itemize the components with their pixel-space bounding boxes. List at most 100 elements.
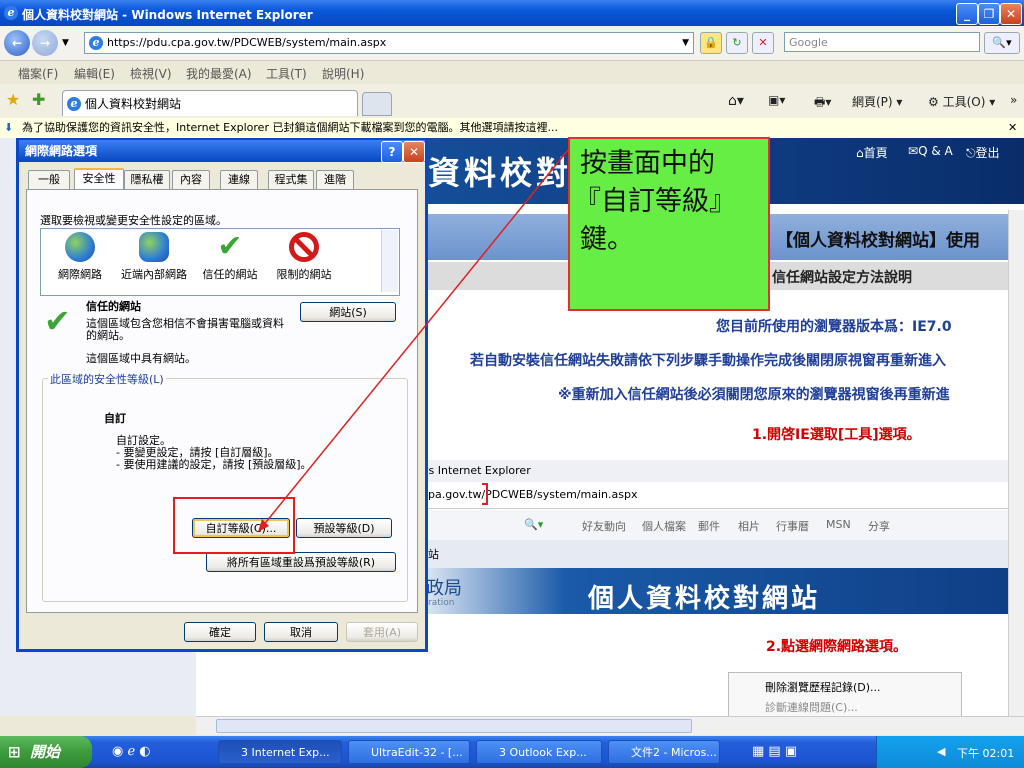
taskbar-item-label: 3 Internet Exp...	[241, 746, 330, 759]
address-bar[interactable]: e https://pdu.cpa.gov.tw/PDCWEB/system/m…	[84, 32, 694, 54]
close-infobar-icon[interactable]: ✕	[1008, 118, 1017, 138]
search-input[interactable]: Google	[784, 32, 980, 52]
home-icon[interactable]: ⌂▾	[728, 93, 744, 109]
security-level-desc-3: - 要使用建議的設定，請按 [預設層級]。	[116, 458, 312, 471]
help-button[interactable]: ?	[381, 141, 403, 163]
embedded-toolbar-item: 分享	[868, 520, 890, 533]
step-2-text: 2.點選網際網路選項。	[766, 639, 908, 655]
tab-advanced[interactable]: 進階	[316, 170, 354, 189]
embedded-toolbar-item: MSN	[826, 518, 851, 531]
address-dropdown-icon[interactable]: ▼	[682, 33, 689, 53]
browser-window-title: 個人資料校對網站 - Windows Internet Explorer	[22, 8, 313, 22]
taskbar-item-ultraedit[interactable]: UltraEdit-32 - [...	[348, 740, 470, 764]
favorites-bar: ★ ✚ e 個人資料校對網站 ⌂▾ ▣▾ 🖶▾ 網頁(P) ▾ ⚙ 工具(O) …	[0, 84, 1024, 119]
close-window-button[interactable]: ✕	[1000, 3, 1022, 25]
menu-file[interactable]: 檔案(F)	[18, 65, 58, 82]
taskbar-item-outlook[interactable]: 3 Outlook Exp...	[476, 740, 602, 764]
zone-local-intranet[interactable]: 近端內部網路	[114, 232, 194, 282]
zone-internet[interactable]: 網際網路	[40, 232, 120, 282]
logout-link-label: 登出	[975, 146, 1000, 160]
tray-icon[interactable]: ◀	[937, 745, 945, 758]
embedded-tab-row: 站	[418, 540, 1008, 569]
apply-button[interactable]: 套用(A)	[346, 622, 418, 642]
tools-menu-label: 工具(O)	[942, 95, 986, 109]
zone-has-sites-text: 這個區域中具有網站。	[86, 352, 196, 365]
zone-label: 信任的網站	[202, 268, 258, 281]
page-vertical-scrollbar[interactable]	[1008, 210, 1024, 716]
menu-favorites[interactable]: 我的最愛(A)	[186, 65, 252, 82]
add-favorite-icon[interactable]: ✚	[32, 90, 45, 109]
tab-page-icon: e	[67, 97, 81, 111]
new-tab-button[interactable]	[362, 92, 392, 116]
system-tray: ◀ 下午 02:01	[876, 736, 1024, 768]
chevron-more-icon[interactable]: »	[1010, 93, 1017, 107]
embedded-search-icon: 🔍▾	[524, 518, 544, 531]
menu-bar: 檔案(F) 編輯(E) 檢視(V) 我的最愛(A) 工具(T) 說明(H)	[0, 61, 1024, 83]
page-menu-button[interactable]: 網頁(P) ▾	[852, 93, 902, 110]
zone-label: 網際網路	[58, 268, 102, 281]
tab-connections[interactable]: 連線	[220, 170, 258, 189]
zone-prompt: 選取要檢視或變更安全性設定的區域。	[40, 214, 227, 227]
start-label: 開始	[30, 743, 61, 761]
information-bar[interactable]: ⬇ 為了協助保護您的資訊安全性，Internet Explorer 已封鎖這個網…	[0, 118, 1024, 139]
zone-list-scrollbar[interactable]	[381, 230, 398, 292]
taskbar-item-label: 文件2 - Micros...	[631, 746, 717, 759]
cancel-button[interactable]: 取消	[264, 622, 338, 642]
clock: 下午 02:01	[957, 747, 1015, 760]
address-highlight	[482, 483, 488, 505]
tab-content[interactable]: 內容	[172, 170, 210, 189]
menu-tools[interactable]: 工具(T)	[266, 65, 307, 82]
ok-button[interactable]: 確定	[184, 622, 256, 642]
embedded-toolbar-item: 行事曆	[776, 520, 809, 533]
instruction-line-2: ※重新加入信任網站後必須關閉您原來的瀏覽器視窗後再重新進	[558, 387, 950, 403]
zone-restricted-sites[interactable]: 限制的網站	[264, 232, 344, 282]
tab-privacy[interactable]: 隱私權	[124, 170, 170, 189]
quick-launch-icons[interactable]: ◉ ℯ ◐	[112, 744, 151, 759]
home-link[interactable]: ⌂首頁	[856, 144, 888, 161]
back-button[interactable]: ←	[4, 30, 30, 56]
lock-icon[interactable]: 🔒	[700, 32, 722, 54]
selected-zone-name: 信任的網站	[86, 300, 141, 313]
taskbar-item-ie[interactable]: 3 Internet Exp...	[218, 740, 342, 764]
browser-tab-title: 個人資料校對網站	[85, 97, 182, 111]
history-dropdown-icon[interactable]: ▼	[62, 38, 69, 48]
zone-label: 近端內部網路	[121, 268, 187, 281]
menu-help[interactable]: 說明(H)	[322, 65, 364, 82]
tools-menu-button[interactable]: ⚙ 工具(O) ▾	[928, 93, 995, 110]
embedded-toolbar-item: 個人檔案	[642, 520, 686, 533]
instruction-callout: 按畫面中的 『自訂等級』 鍵。	[568, 137, 770, 311]
print-icon[interactable]: 🖶▾	[814, 93, 831, 114]
browser-tab-active[interactable]: e 個人資料校對網站	[62, 90, 358, 116]
restore-button[interactable]: ❐	[978, 3, 1000, 25]
search-icon[interactable]: 🔍▾	[984, 32, 1020, 54]
embedded-tools-menu: 刪除瀏覽歷程記錄(D)... 診斷連線問題(C)...	[728, 672, 962, 718]
page-menu-label: 網頁(P)	[852, 95, 893, 109]
feeds-icon[interactable]: ▣▾	[768, 93, 785, 107]
page-icon: e	[89, 36, 103, 50]
logout-link[interactable]: ⎋登出	[966, 144, 1000, 161]
start-button[interactable]: ⊞ 開始	[0, 736, 92, 768]
favorites-star-icon[interactable]: ★	[6, 90, 20, 109]
tab-programs[interactable]: 程式集	[268, 170, 314, 189]
qa-link[interactable]: ✉Q & A	[908, 144, 953, 158]
default-level-button[interactable]: 預設等級(D)	[296, 518, 392, 538]
language-bar-icons[interactable]: ▦ ▤ ▣	[752, 744, 797, 759]
minimize-button[interactable]: _	[956, 3, 978, 25]
embedded-toolbar-item: 相片	[738, 520, 760, 533]
windows-logo-icon: ⊞	[8, 743, 21, 761]
stop-button[interactable]: ✕	[752, 32, 774, 54]
reset-all-zones-button[interactable]: 將所有區域重設爲預設等級(R)	[206, 552, 396, 572]
tab-general[interactable]: 一般	[28, 170, 70, 189]
menu-edit[interactable]: 編輯(E)	[74, 65, 115, 82]
dialog-close-button[interactable]: ✕	[403, 141, 425, 163]
scrollbar-thumb[interactable]	[216, 719, 692, 733]
zone-trusted-sites[interactable]: ✔ 信任的網站	[190, 232, 270, 282]
page-horizontal-scrollbar[interactable]	[196, 716, 1024, 735]
menu-view[interactable]: 檢視(V)	[130, 65, 172, 82]
forward-button[interactable]: →	[32, 30, 58, 56]
taskbar-item-word[interactable]: 文件2 - Micros...	[608, 740, 720, 764]
refresh-button[interactable]: ↻	[726, 32, 748, 54]
callout-line-3: 鍵。	[580, 224, 634, 255]
sites-button[interactable]: 網站(S)	[300, 302, 396, 322]
embedded-banner-sub: ration	[428, 598, 455, 608]
